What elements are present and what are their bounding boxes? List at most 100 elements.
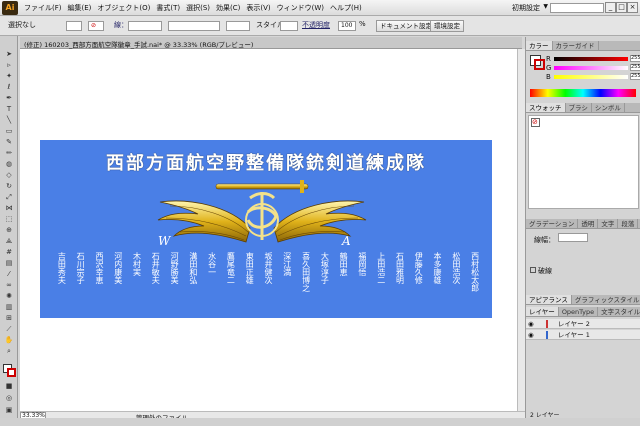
- layer-row[interactable]: ◉ レイヤー 1: [526, 330, 640, 340]
- blob-brush-tool-icon[interactable]: ◍: [4, 160, 14, 169]
- opacity-field[interactable]: 100: [338, 21, 356, 31]
- zoom-tool-icon[interactable]: ⌕: [4, 347, 14, 356]
- channel-g-label: G: [546, 64, 552, 72]
- menu-type[interactable]: 書式(T): [156, 3, 180, 13]
- tab-color[interactable]: カラー: [526, 41, 553, 50]
- gradient-tool-icon[interactable]: ▤: [4, 259, 14, 268]
- line-tool-icon[interactable]: ╲: [4, 116, 14, 125]
- brush-select[interactable]: [226, 21, 250, 31]
- layer-row[interactable]: ◉ レイヤー 2: [526, 319, 640, 329]
- search-input[interactable]: [550, 3, 604, 13]
- tab-symbols[interactable]: シンボル: [592, 103, 625, 112]
- free-transform-tool-icon[interactable]: ⬚: [4, 215, 14, 224]
- none-swatch[interactable]: ⊘: [531, 118, 540, 127]
- paintbrush-tool-icon[interactable]: ✎: [4, 138, 14, 147]
- artboard-tool-icon[interactable]: ⊞: [4, 314, 14, 323]
- horizontal-scrollbar[interactable]: [0, 418, 640, 426]
- tab-character[interactable]: 文字: [598, 219, 619, 228]
- eye-icon[interactable]: ◉: [528, 320, 534, 328]
- tab-char-styles[interactable]: 文字スタイル: [598, 307, 640, 316]
- artwork-banner[interactable]: 西部方面航空野整備隊銃剣道練成隊 W A 西村松太郎 松田浩次 本多康雄 伊藤久修 石田…: [40, 140, 492, 318]
- layer-name[interactable]: レイヤー 1: [558, 331, 590, 339]
- tab-appearance[interactable]: アピアランス: [526, 295, 572, 304]
- rotate-tool-icon[interactable]: ↻: [4, 182, 14, 191]
- member-name: 喜久田博之: [301, 252, 311, 292]
- stroke-swatch[interactable]: [7, 368, 16, 377]
- mesh-tool-icon[interactable]: #: [4, 248, 14, 257]
- pen-tool-icon[interactable]: ✒: [4, 94, 14, 103]
- tab-layers[interactable]: レイヤー: [526, 307, 559, 316]
- tab-gradient[interactable]: グラデーション: [526, 219, 579, 228]
- tab-opentype[interactable]: OpenType: [559, 307, 599, 316]
- menu-file[interactable]: ファイル(F): [24, 3, 62, 13]
- member-name: 坂井健次: [264, 252, 273, 284]
- menu-edit[interactable]: 編集(E): [68, 3, 92, 13]
- eye-icon[interactable]: ◉: [528, 331, 534, 339]
- dashed-checkbox[interactable]: [530, 267, 536, 273]
- document-setup-button[interactable]: ドキュメント設定: [376, 20, 436, 32]
- channel-r-value[interactable]: 255: [630, 55, 640, 62]
- perspective-tool-icon[interactable]: ⟁: [4, 237, 14, 246]
- symbol-sprayer-tool-icon[interactable]: ✺: [4, 292, 14, 301]
- scale-tool-icon[interactable]: ⤢: [4, 193, 14, 202]
- chevron-down-icon[interactable]: ▼: [543, 3, 548, 10]
- minimize-button[interactable]: _: [605, 2, 616, 13]
- draw-mode-icon[interactable]: ◎: [4, 394, 14, 403]
- direct-selection-tool-icon[interactable]: ▹: [4, 61, 14, 70]
- graphic-style-picker[interactable]: [280, 21, 298, 31]
- slice-tool-icon[interactable]: ⟋: [4, 325, 14, 334]
- vertical-scrollbar[interactable]: [517, 49, 525, 411]
- screen-mode-icon[interactable]: ▣: [4, 406, 14, 415]
- preferences-button[interactable]: 環境設定: [430, 20, 464, 32]
- channel-g-value[interactable]: 255: [630, 64, 640, 71]
- type-tool-icon[interactable]: T: [4, 105, 14, 114]
- color-stroke-swatch[interactable]: [534, 59, 545, 70]
- eyedropper-tool-icon[interactable]: ⁄: [4, 270, 14, 279]
- tab-color-guide[interactable]: カラーガイド: [553, 41, 599, 50]
- magic-wand-tool-icon[interactable]: ✦: [4, 72, 14, 81]
- maximize-button[interactable]: □: [616, 2, 627, 13]
- tab-brushes[interactable]: ブラシ: [566, 103, 592, 112]
- stroke-color-picker[interactable]: ⊘: [88, 21, 104, 31]
- tab-swatches[interactable]: スウォッチ: [526, 103, 566, 112]
- document-tab[interactable]: (修正) 160203_西部方面航空隊徽章_手試.nai* @ 33.33% (…: [20, 37, 522, 49]
- color-spectrum[interactable]: [530, 89, 636, 97]
- channel-r-slider[interactable]: [554, 57, 628, 61]
- stroke-weight-input[interactable]: [558, 233, 588, 242]
- member-name: 石田雅明: [395, 252, 405, 284]
- tab-graphic-styles[interactable]: グラフィックスタイル: [572, 295, 640, 304]
- lasso-tool-icon[interactable]: ℓ: [4, 83, 14, 92]
- menu-effect[interactable]: 効果(C): [216, 3, 240, 13]
- pencil-tool-icon[interactable]: ✏: [4, 149, 14, 158]
- stroke-label[interactable]: 線：: [114, 20, 128, 30]
- stroke-weight-field[interactable]: [128, 21, 162, 31]
- swatches-area: ⊘: [528, 115, 639, 209]
- menu-view[interactable]: 表示(V): [246, 3, 270, 13]
- eraser-tool-icon[interactable]: ◇: [4, 171, 14, 180]
- menu-object[interactable]: オブジェクト(O): [97, 3, 150, 13]
- workspace-switcher[interactable]: 初期設定: [512, 3, 540, 13]
- close-button[interactable]: ×: [627, 2, 638, 13]
- selection-tool-icon[interactable]: ➤: [4, 50, 14, 59]
- layer-name[interactable]: レイヤー 2: [558, 320, 590, 328]
- member-names: 西村松太郎 松田浩次 本多康雄 伊藤久修 石田雅明 上田浩二 福岡悟 鶴田恵 大塚淳子 喜久田博之…: [52, 252, 484, 314]
- shape-builder-tool-icon[interactable]: ⊕: [4, 226, 14, 235]
- rectangle-tool-icon[interactable]: ▭: [4, 127, 14, 136]
- tab-transparency[interactable]: 透明: [578, 219, 599, 228]
- member-name: 石井敏夫: [151, 252, 161, 284]
- graph-tool-icon[interactable]: ▥: [4, 303, 14, 312]
- channel-b-value[interactable]: 255: [630, 73, 640, 80]
- tab-paragraph[interactable]: 段落: [618, 219, 639, 228]
- menu-help[interactable]: ヘルプ(H): [330, 3, 362, 13]
- fill-color-picker[interactable]: [66, 21, 82, 31]
- menu-window[interactable]: ウィンドウ(W): [277, 3, 324, 13]
- width-tool-icon[interactable]: ⋈: [4, 204, 14, 213]
- channel-g-slider[interactable]: [554, 66, 628, 70]
- color-mode-icon[interactable]: ■: [4, 382, 14, 391]
- hand-tool-icon[interactable]: ✋: [4, 336, 14, 345]
- channel-b-slider[interactable]: [554, 75, 628, 79]
- menu-select[interactable]: 選択(S): [186, 3, 210, 13]
- opacity-link[interactable]: 不透明度: [302, 20, 330, 30]
- blend-tool-icon[interactable]: ∞: [4, 281, 14, 290]
- variable-width-select[interactable]: [168, 21, 220, 31]
